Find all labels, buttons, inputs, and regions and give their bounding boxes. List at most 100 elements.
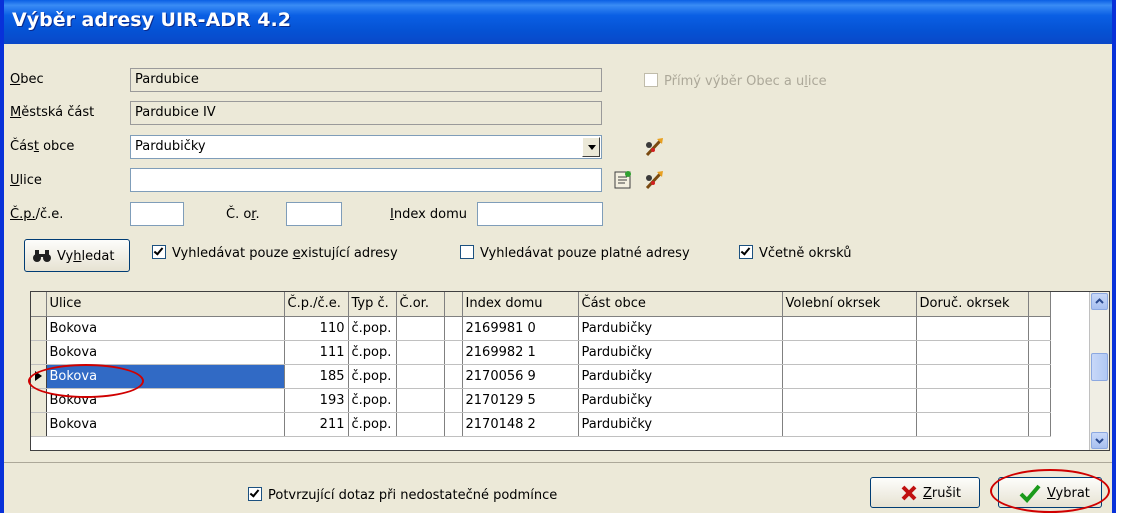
cell-doruc — [916, 316, 1029, 341]
column-header[interactable] — [1028, 292, 1051, 317]
scroll-up-button[interactable] — [1091, 293, 1108, 310]
scroll-thumb[interactable] — [1091, 353, 1108, 381]
mestska-cast-label: Městská část — [10, 105, 95, 120]
cast-obce-select[interactable]: Pardubičky — [130, 135, 602, 159]
cell-typ: č.pop. — [348, 340, 397, 365]
primy-vyber-box — [644, 73, 658, 87]
table-row[interactable]: Bokova 110 č.pop. 2169981 0 Pardubičky — [31, 316, 1051, 341]
column-header[interactable]: Index domu — [462, 292, 579, 317]
cell-ulice: Bokova — [46, 340, 285, 365]
confirm-checkbox[interactable]: Potvrzující dotaz při nedostatečné podmí… — [248, 487, 557, 503]
chevron-down-icon[interactable] — [582, 137, 600, 157]
cell-cor — [396, 364, 445, 389]
okrsky-box[interactable] — [739, 245, 753, 259]
primy-vyber-checkbox: Přímý výběr Obec a ulice — [644, 73, 827, 89]
street-list-icon[interactable] — [612, 169, 634, 191]
cell-index: 2170148 2 — [462, 412, 579, 437]
cell-cp: 211 — [284, 412, 349, 437]
cell-doruc — [916, 388, 1029, 413]
title-bar[interactable]: Výběr adresy UIR-ADR 4.2 — [4, 0, 1112, 44]
search-button-label: Vyhledat — [57, 249, 115, 264]
cast-obce-label: Část obce — [10, 139, 75, 154]
cell-filler — [1028, 412, 1051, 437]
cell-cor — [396, 412, 445, 437]
vertical-scrollbar[interactable] — [1089, 292, 1109, 450]
cp-ce-input[interactable] — [130, 202, 184, 226]
cell-cor — [396, 388, 445, 413]
cell-index: 2170129 5 — [462, 388, 579, 413]
column-header[interactable]: Č.p./č.e. — [284, 292, 349, 317]
column-header[interactable] — [444, 292, 463, 317]
cell-extra — [444, 340, 463, 365]
cell-index: 2169982 1 — [462, 340, 579, 365]
cell-cor — [396, 340, 445, 365]
platne-checkbox[interactable]: Vyhledávat pouze platné adresy — [460, 245, 690, 261]
row-indicator — [31, 340, 47, 365]
table-row-selected[interactable]: Bokova 185 č.pop. 2170056 9 Pardubičky — [31, 364, 1051, 389]
scroll-down-button[interactable] — [1091, 432, 1108, 449]
cell-cast: Pardubičky — [578, 316, 783, 341]
column-header[interactable]: Ulice — [46, 292, 285, 317]
table-row[interactable]: Bokova 111 č.pop. 2169982 1 Pardubičky — [31, 340, 1051, 365]
okrsky-checkbox[interactable]: Včetně okrsků — [739, 245, 851, 261]
cell-ulice: Bokova — [46, 316, 285, 341]
confirm-box[interactable] — [248, 487, 262, 501]
chevron-up-icon — [1095, 298, 1104, 304]
column-header[interactable]: Č.or. — [396, 292, 445, 317]
cell-index: 2169981 0 — [462, 316, 579, 341]
address-grid[interactable]: Ulice Č.p./č.e. Typ č. Č.or. Index domu … — [30, 291, 1110, 451]
cell-ulice: Bokova — [46, 412, 285, 437]
address-dialog: Výběr adresy UIR-ADR 4.2 Obec Pardubice … — [0, 0, 1116, 513]
binoculars-icon — [33, 250, 51, 262]
column-header[interactable]: Část obce — [578, 292, 783, 317]
indicator-header — [31, 292, 47, 317]
ulice-input[interactable] — [130, 168, 602, 192]
cell-typ: č.pop. — [348, 388, 397, 413]
cancel-button[interactable]: Zrušit — [870, 477, 980, 508]
cell-extra — [444, 364, 463, 389]
highlight-ring-select-button — [990, 469, 1110, 513]
table-row[interactable]: Bokova 211 č.pop. 2170148 2 Pardubičky — [31, 412, 1051, 437]
cell-doruc — [916, 412, 1029, 437]
platne-box[interactable] — [460, 245, 474, 259]
table-row[interactable]: Bokova 193 č.pop. 2170129 5 Pardubičky — [31, 388, 1051, 413]
cell-cor — [396, 316, 445, 341]
cell-cp: 111 — [284, 340, 349, 365]
cell-filler — [1028, 340, 1051, 365]
chevron-down-icon — [1095, 438, 1104, 444]
cell-doruc — [916, 340, 1029, 365]
cell-cp: 110 — [284, 316, 349, 341]
cell-extra — [444, 412, 463, 437]
search-button[interactable]: Vyhledat — [24, 239, 130, 272]
cell-cp: 185 — [284, 364, 349, 389]
index-domu-input[interactable] — [477, 202, 603, 226]
c-or-input[interactable] — [286, 202, 342, 226]
obec-field: Pardubice — [130, 68, 602, 92]
cp-ce-label: Č.p./č.e. — [10, 207, 64, 222]
existujici-checkbox[interactable]: Vyhledávat pouze existující adresy — [152, 245, 398, 261]
window-title: Výběr adresy UIR-ADR 4.2 — [12, 9, 291, 31]
cell-cast: Pardubičky — [578, 340, 783, 365]
column-header[interactable]: Volební okrsek — [782, 292, 917, 317]
row-indicator — [31, 316, 47, 341]
cell-cast: Pardubičky — [578, 364, 783, 389]
cell-volebni — [782, 340, 917, 365]
cell-index: 2170056 9 — [462, 364, 579, 389]
cell-filler — [1028, 316, 1051, 341]
cell-filler — [1028, 364, 1051, 389]
obec-label: Obec — [10, 72, 44, 87]
cell-doruc — [916, 364, 1029, 389]
cell-cast: Pardubičky — [578, 388, 783, 413]
column-header[interactable]: Typ č. — [348, 292, 397, 317]
cell-extra — [444, 388, 463, 413]
index-domu-label: Index domu — [390, 207, 468, 222]
cast-obce-value: Pardubičky — [135, 139, 206, 154]
cell-filler — [1028, 388, 1051, 413]
column-header[interactable]: Doruč. okrsek — [916, 292, 1029, 317]
existujici-box[interactable] — [152, 245, 166, 259]
cell-volebni — [782, 316, 917, 341]
close-icon — [901, 485, 917, 501]
cell-cast: Pardubičky — [578, 412, 783, 437]
pick-tool-icon[interactable] — [643, 169, 665, 191]
pick-tool-icon[interactable] — [643, 136, 665, 158]
